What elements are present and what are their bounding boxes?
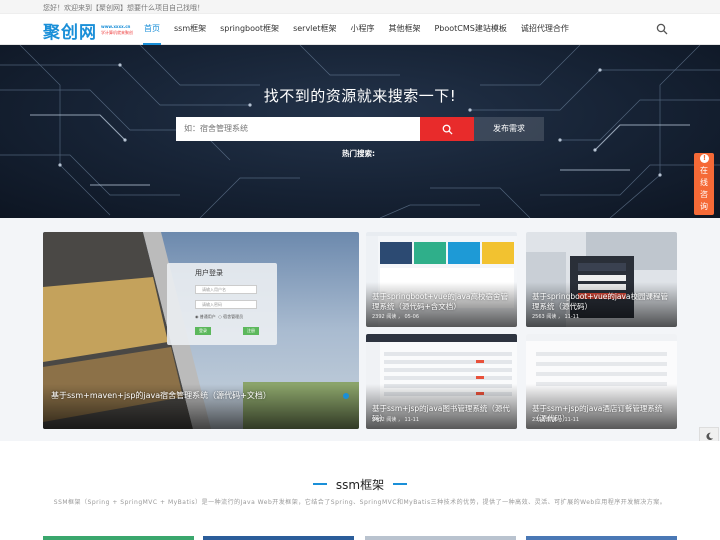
login-title: 用户登录 [195,269,223,277]
project-card[interactable]: 基于springboot+vue的java校园课程管理系统（源代码） 2563 … [526,232,677,327]
welcome-text: 您好！欢迎来到【聚创网】想要什么项目自己找哦！ [43,4,204,12]
nav-item-servlet[interactable]: servlet框架 [286,14,343,45]
next-card-preview [526,536,677,540]
nav-item-home[interactable]: 首页 [137,14,167,45]
hero-title: 找不到的资源就来搜索一下! [263,87,457,105]
moon-icon [705,432,713,440]
nav-item-springboot[interactable]: springboot框架 [213,14,286,45]
consult-label: 在线咨询 [700,166,708,211]
hot-search-label: 热门搜索: [342,149,375,158]
login-username-field: 请输入用户名 [195,285,257,294]
section-title: ssm框架 [335,478,385,492]
register-button-preview: 注册 [243,327,259,335]
section-description: SSM框架（Spring + SpringMVC + MyBatis）是一种流行… [53,499,667,506]
project-card-meta: 2563 阅读 ， 11-11 [532,314,580,320]
search-icon [442,124,453,135]
carousel-dots[interactable] [343,393,349,399]
search-icon[interactable] [656,23,668,35]
project-card-title: 基于springboot+vue的java高校宿舍管理系统（源代码+含文档） [372,292,509,311]
login-role-options: ◉ 普通用户 ○ 宿舍管理员 [195,314,244,319]
login-form-preview: 用户登录 请输入用户名 请输入密码 ◉ 普通用户 ○ 宿舍管理员 登录 注册 [167,263,277,345]
project-card-meta: 2632 阅读 ， 11-11 [372,417,420,423]
nav-item-pbootcms[interactable]: PbootCMS建站模板 [427,14,513,45]
next-card-preview [43,536,194,540]
section-title-decoration [393,483,407,485]
main-nav: 首页 ssm框架 springboot框架 servlet框架 小程序 其他框架… [137,14,576,45]
publish-request-button[interactable]: 发布需求 [474,117,544,141]
project-card[interactable]: 基于ssm+jsp的java酒店订餐管理系统（源代码） 2392 阅读 ， 11… [526,334,677,429]
hero-banner: 找不到的资源就来搜索一下! 发布需求 热门搜索: [0,45,720,218]
project-card[interactable]: 基于springboot+vue的java高校宿舍管理系统（源代码+含文档） 2… [366,232,517,327]
next-card-preview [203,536,354,540]
login-password-field: 请输入密码 [195,300,257,309]
online-consult-button[interactable]: ! 在线咨询 [694,153,714,215]
featured-card-title: 基于ssm+maven+jsp的java宿舍管理系统（源代码+文档） [51,391,271,400]
project-card-title: 基于springboot+vue的java校园课程管理系统（源代码） [532,292,669,311]
project-card[interactable]: 基于ssm+jsp的java图书管理系统（源代码） 2632 阅读 ， 11-1… [366,334,517,429]
nav-item-miniprogram[interactable]: 小程序 [343,14,381,45]
next-card-preview [365,536,516,540]
featured-card[interactable]: 用户登录 请输入用户名 请输入密码 ◉ 普通用户 ○ 宿舍管理员 登录 注册 基… [43,232,359,429]
consult-badge: ! [700,154,709,163]
search-input[interactable] [176,117,420,141]
search-button[interactable] [420,117,474,141]
welcome-bar: 您好！欢迎来到【聚创网】想要什么项目自己找哦！ [0,0,720,14]
project-card-meta: 2392 阅读 ， 11-11 [532,417,580,423]
nav-item-ssm[interactable]: ssm框架 [167,14,213,45]
site-header: 聚创网 www.xxxx.cn 学计算机就来聚创 首页 ssm框架 spring… [0,14,720,45]
site-logo[interactable]: 聚创网 www.xxxx.cn 学计算机就来聚创 [43,18,133,43]
logo-slogan: 学计算机就来聚创 [101,30,133,35]
nav-item-other[interactable]: 其他框架 [381,14,427,45]
project-card-meta: 2392 阅读 ， 05-06 [372,314,420,320]
logo-name: 聚创网 [43,22,97,43]
login-button-preview: 登录 [195,327,211,335]
nav-item-agent[interactable]: 诚招代理合作 [514,14,576,45]
